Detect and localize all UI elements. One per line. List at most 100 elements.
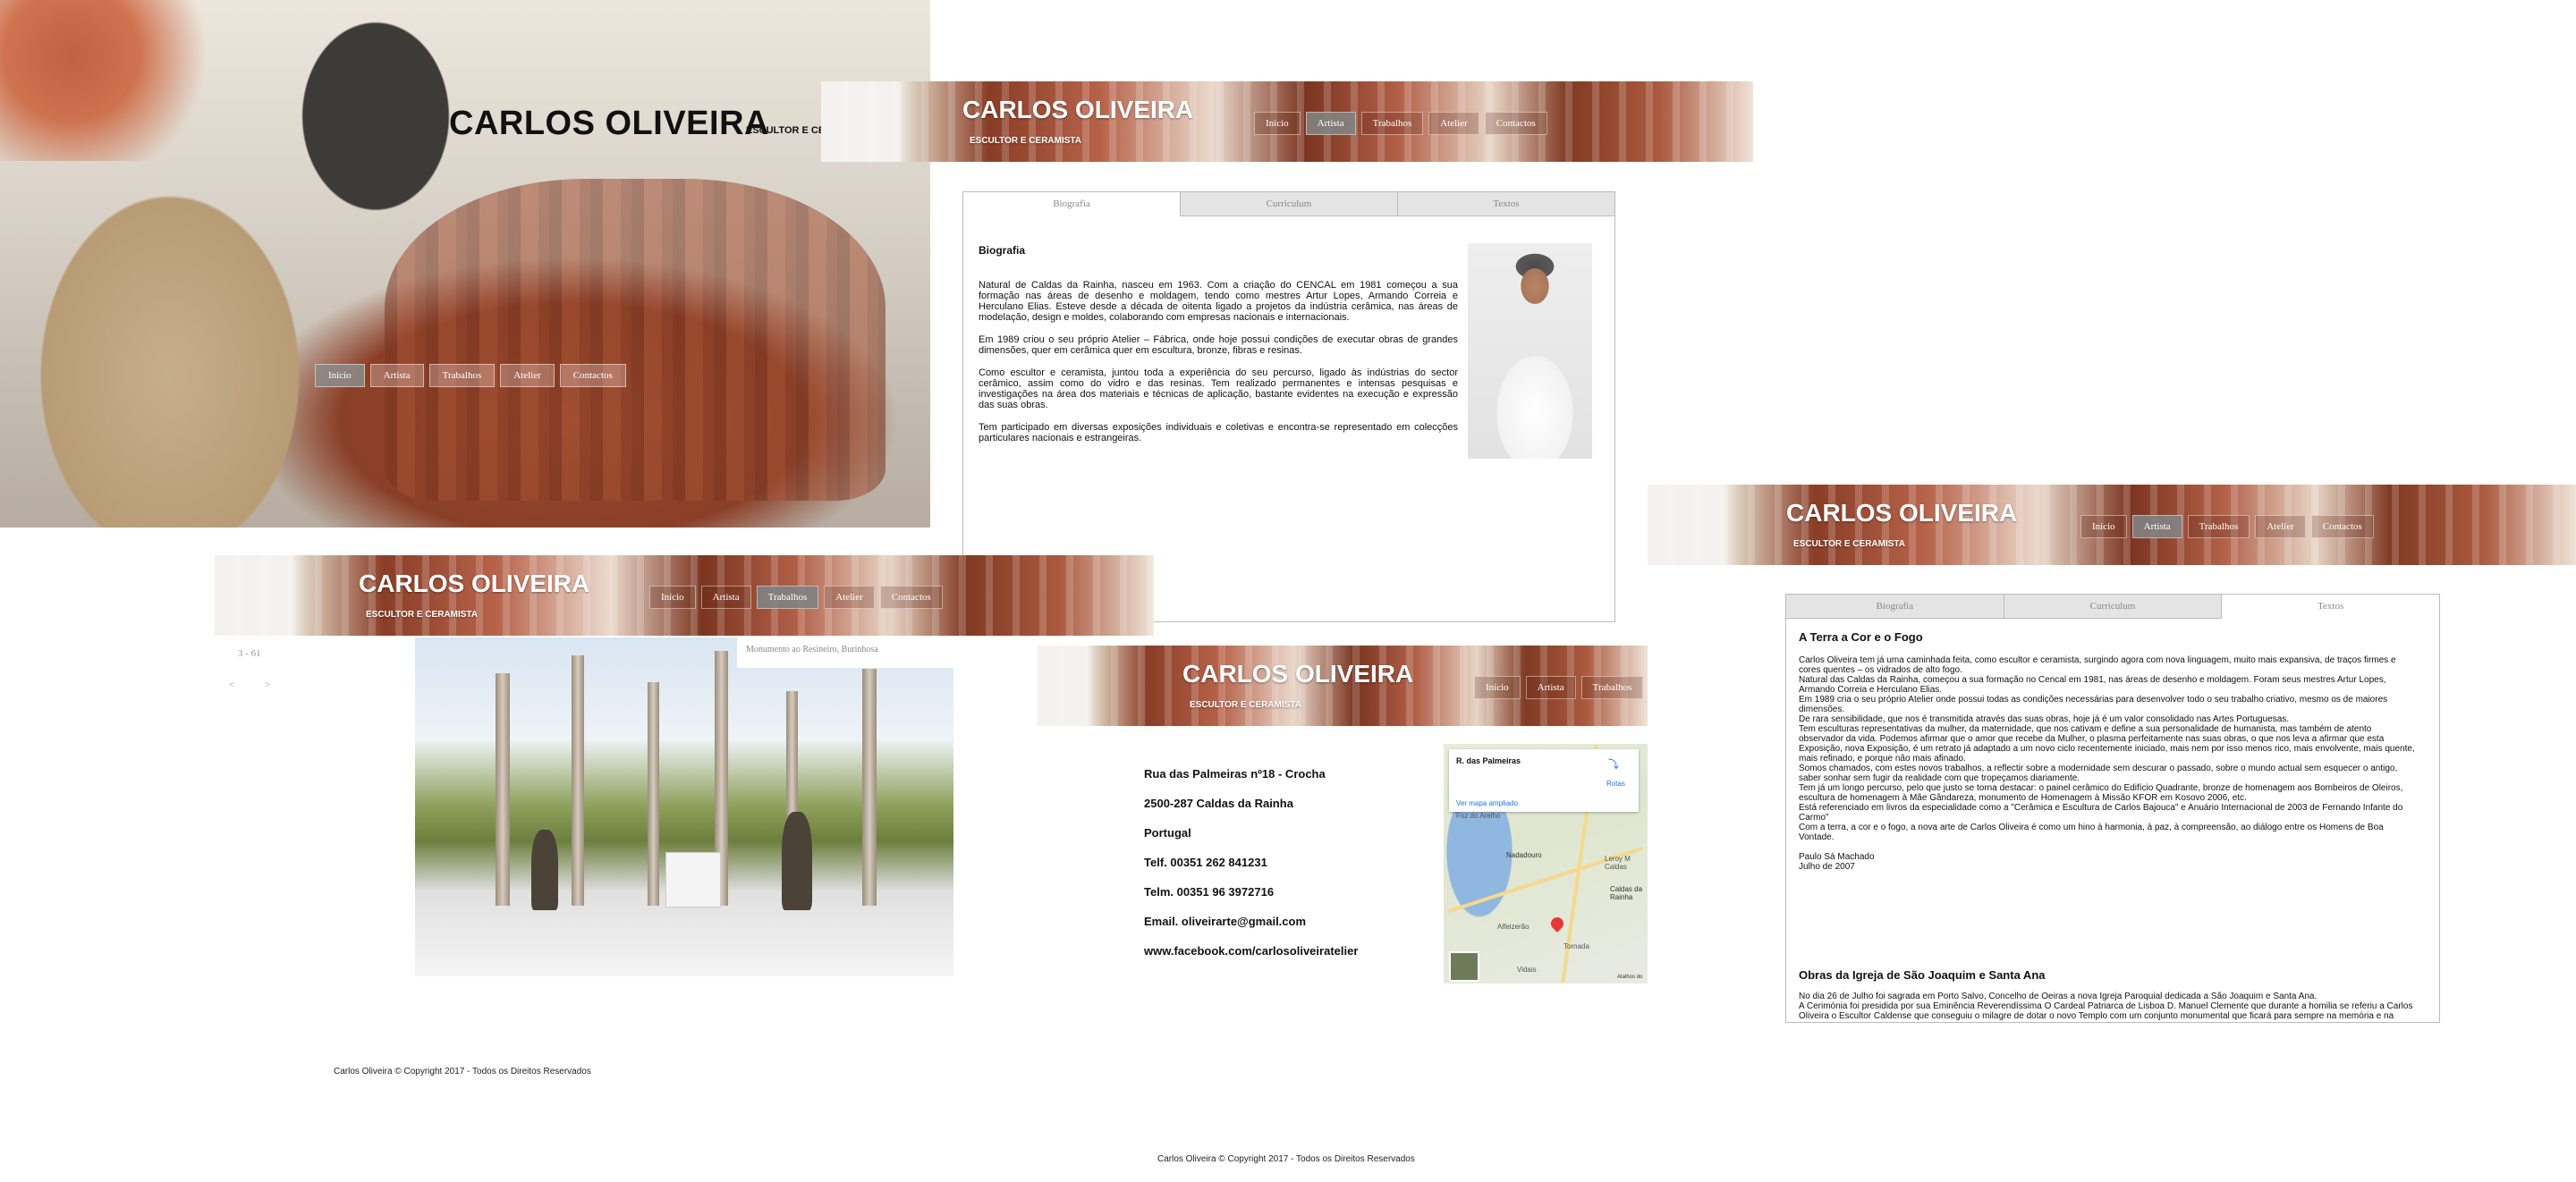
nav-atelier[interactable]: Atelier bbox=[2255, 515, 2306, 538]
main-nav: Início Artista Trabalhos Atelier Contact… bbox=[1254, 112, 1547, 135]
nav-artista[interactable]: Artista bbox=[700, 586, 751, 609]
tree-trunk bbox=[572, 655, 584, 906]
text-line: No dia 26 de Julho foi sagrada em Porto … bbox=[1799, 992, 2318, 1001]
map-label: Caldas da Rainha bbox=[1610, 885, 1643, 901]
nav-artista[interactable]: Artista bbox=[369, 364, 424, 387]
contact-phone: Telf. 00351 262 841231 bbox=[1144, 856, 1267, 869]
map-place-name: R. das Palmeiras bbox=[1456, 756, 1521, 765]
contact-details: Rua das Palmeiras nº18 - Crocha 2500-287… bbox=[1144, 767, 1358, 958]
site-subtitle: ESCULTOR E CERAMISTA bbox=[1793, 539, 1906, 549]
gallery-prev-button[interactable]: < bbox=[229, 680, 234, 690]
tree-trunk bbox=[862, 669, 877, 906]
biografia-text: Natural de Caldas da Rainha, nasceu em 1… bbox=[979, 280, 1458, 455]
textos-header-banner: CARLOS OLIVEIRA ESCULTOR E CERAMISTA Iní… bbox=[1648, 485, 2576, 565]
nav-trabalhos[interactable]: Trabalhos bbox=[428, 364, 496, 387]
embedded-map[interactable]: R. das Palmeiras ⤵ Rotas Ver mapa amplia… bbox=[1444, 744, 1648, 984]
text-line: Carlos Oliveira tem já uma caminhada fei… bbox=[1799, 655, 2396, 665]
map-label: Vidais bbox=[1517, 966, 1537, 974]
text-line: mais refinado, e porque não mais afinado… bbox=[1799, 754, 1966, 764]
directions-icon[interactable]: ⤵ bbox=[1608, 756, 1619, 772]
tree-trunk bbox=[648, 682, 659, 906]
textos-tabs-panel: Biografia Curriculum Textos A Terra a Co… bbox=[1785, 594, 2440, 1023]
sculpture-image bbox=[385, 179, 886, 501]
text-line: escultura de homenagem à Mãe Gândareza, … bbox=[1799, 793, 2247, 803]
nav-artista[interactable]: Artista bbox=[1525, 676, 1576, 699]
main-nav: Início Artista Trabalhos bbox=[1474, 676, 1644, 699]
text-line: observador da vida. Podemos afirmar que … bbox=[1799, 734, 2385, 744]
nav-trabalhos[interactable]: Trabalhos bbox=[1580, 676, 1644, 699]
contact-address: Rua das Palmeiras nº18 - Crocha bbox=[1144, 767, 1326, 781]
site-subtitle: ESCULTOR E CERAMISTA bbox=[366, 610, 479, 620]
text-line: Carmo" bbox=[1799, 813, 1829, 823]
tab-textos[interactable]: Textos bbox=[1398, 192, 1614, 216]
textos-section-body: Carlos Oliveira tem já uma caminhada fei… bbox=[1799, 655, 2434, 872]
contact-facebook-link[interactable]: www.facebook.com/carlosoliveiratelier bbox=[1144, 944, 1358, 958]
site-title: CARLOS OLIVEIRA bbox=[1182, 660, 1414, 688]
biografia-tabs: Biografia Curriculum Textos bbox=[963, 192, 1614, 216]
footer-copyright: Carlos Oliveira © Copyright 2017 - Todos… bbox=[334, 1067, 591, 1076]
signature-date: Julho de 2007 bbox=[1799, 862, 1855, 872]
main-nav: Início Artista Trabalhos Atelier Contact… bbox=[2080, 515, 2374, 538]
map-pin-icon[interactable] bbox=[1548, 915, 1566, 933]
site-title: CARLOS OLIVEIRA bbox=[1786, 499, 2018, 527]
text-line: Armando Correia e Herculano Elias. bbox=[1799, 685, 1943, 695]
contact-email[interactable]: Email. oliveirarte@gmail.com bbox=[1144, 915, 1358, 928]
text-line: Tem já um longo percurso, pelo que justo… bbox=[1799, 783, 2403, 793]
map-info-card: R. das Palmeiras ⤵ Rotas Ver mapa amplia… bbox=[1449, 749, 1639, 812]
hero-nav: Início Artista Trabalhos Atelier Contact… bbox=[315, 364, 626, 387]
nav-inicio[interactable]: Início bbox=[649, 586, 696, 609]
hero-panel: CARLOS OLIVEIRA ESCULTOR E CER Início Ar… bbox=[0, 0, 930, 528]
contactos-header-banner: CARLOS OLIVEIRA ESCULTOR E CERAMISTA Iní… bbox=[1038, 646, 1648, 726]
nav-trabalhos[interactable]: Trabalhos bbox=[756, 586, 819, 609]
nav-contactos[interactable]: Contactos bbox=[1484, 112, 1547, 135]
map-credit: Atalhos do bbox=[1617, 975, 1643, 980]
map-label: Leroy M Caldas bbox=[1605, 855, 1631, 871]
text-line: Tem esculturas representativas da mulher… bbox=[1799, 724, 2372, 734]
biografia-heading: Biografia bbox=[979, 244, 1026, 257]
hero-site-title: CARLOS OLIVEIRA bbox=[449, 105, 769, 142]
signature-name: Paulo Sá Machado bbox=[1799, 852, 1875, 862]
text-line: Exposição, nova Exposição, é um retrato … bbox=[1799, 744, 2415, 754]
text-line: Somos chamados, com estes novos trabalho… bbox=[1799, 764, 2398, 773]
nav-contactos[interactable]: Contactos bbox=[2310, 515, 2374, 538]
nav-atelier[interactable]: Atelier bbox=[500, 364, 555, 387]
map-enlarge-link[interactable]: Ver mapa ampliado bbox=[1456, 799, 1518, 807]
tab-textos[interactable]: Textos bbox=[2222, 595, 2439, 619]
textos-tabs: Biografia Curriculum Textos bbox=[1786, 595, 2439, 619]
map-label: Alfeizerão bbox=[1497, 923, 1530, 931]
nav-inicio[interactable]: Início bbox=[2080, 515, 2127, 538]
tree-trunk bbox=[496, 673, 510, 906]
tab-curriculum[interactable]: Curriculum bbox=[1181, 192, 1398, 216]
tab-biografia[interactable]: Biografia bbox=[963, 192, 1181, 216]
biografia-paragraph: Natural de Caldas da Rainha, nasceu em 1… bbox=[979, 280, 1458, 323]
map-directions-link[interactable]: Rotas bbox=[1606, 780, 1625, 788]
nav-contactos[interactable]: Contactos bbox=[559, 364, 626, 387]
text-line: Está referenciado em livros da especiali… bbox=[1799, 803, 2403, 813]
nav-trabalhos[interactable]: Trabalhos bbox=[2187, 515, 2250, 538]
gallery-photo: Monumento ao Resineiro, Burinhosa bbox=[415, 637, 953, 976]
biografia-paragraph: Tem participado em diversas exposições i… bbox=[979, 422, 1458, 443]
biografia-header-banner: CARLOS OLIVEIRA ESCULTOR E CERAMISTA Iní… bbox=[821, 81, 1753, 162]
tab-curriculum[interactable]: Curriculum bbox=[2004, 595, 2223, 619]
text-line: Natural das Caldas da Rainha, começou a … bbox=[1799, 675, 2386, 685]
tab-biografia[interactable]: Biografia bbox=[1786, 595, 2004, 619]
nav-atelier[interactable]: Atelier bbox=[1428, 112, 1479, 135]
nav-atelier[interactable]: Atelier bbox=[824, 586, 875, 609]
map-satellite-thumbnail[interactable] bbox=[1449, 951, 1479, 982]
monument-plinth bbox=[665, 852, 721, 908]
contact-postcode: 2500-287 Caldas da Rainha bbox=[1144, 797, 1293, 810]
text-line: Em 1989 cria o seu próprio Atelier onde … bbox=[1799, 695, 2388, 705]
nav-inicio[interactable]: Início bbox=[315, 364, 365, 387]
nav-artista[interactable]: Artista bbox=[1305, 112, 1356, 135]
gallery-counter: 3 - 61 bbox=[238, 648, 261, 659]
contact-mobile: Telm. 00351 96 3972716 bbox=[1144, 885, 1275, 899]
nav-trabalhos[interactable]: Trabalhos bbox=[1360, 112, 1424, 135]
contact-country: Portugal bbox=[1144, 826, 1191, 840]
nav-contactos[interactable]: Contactos bbox=[879, 586, 943, 609]
gallery-next-button[interactable]: > bbox=[265, 680, 270, 690]
nav-inicio[interactable]: Início bbox=[1254, 112, 1301, 135]
nav-artista[interactable]: Artista bbox=[2131, 515, 2182, 538]
textos-section2-body: No dia 26 de Julho foi sagrada em Porto … bbox=[1799, 992, 2434, 1021]
nav-inicio[interactable]: Início bbox=[1474, 676, 1521, 699]
hero-site-subtitle: ESCULTOR E CER bbox=[746, 125, 833, 136]
